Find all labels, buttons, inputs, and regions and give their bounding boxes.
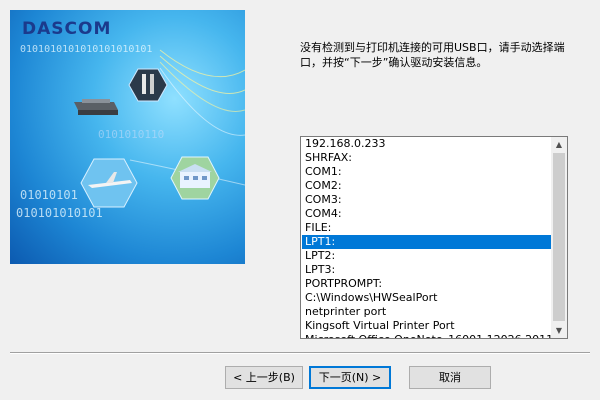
button-area-divider xyxy=(10,352,590,354)
back-button[interactable]: < 上一步(B) xyxy=(225,366,303,389)
scrollbar-thumb[interactable] xyxy=(553,153,565,321)
light-streaks-graphic xyxy=(129,49,245,186)
port-list-item[interactable]: FILE: xyxy=(302,221,553,235)
port-list-item[interactable]: COM1: xyxy=(302,165,553,179)
port-list-item[interactable]: Kingsoft Virtual Printer Port xyxy=(302,319,553,333)
printer-icon xyxy=(74,99,118,115)
port-list-item[interactable]: COM2: xyxy=(302,179,553,193)
port-list-item[interactable]: LPT2: xyxy=(302,249,553,263)
port-list-item[interactable]: COM4: xyxy=(302,207,553,221)
next-button[interactable]: 下一页(N) > xyxy=(309,366,391,389)
port-list-items: 192.168.0.233 SHRFAX: COM1: COM2: COM3: COM4:… xyxy=(302,137,553,338)
port-list-item[interactable]: Microsoft.Office.OneNote_16001.12026.201… xyxy=(302,333,553,338)
scroll-up-arrow-icon[interactable]: ▲ xyxy=(551,137,567,152)
dascom-banner-image: DASCOM 0101010101010101010101 0101010110… xyxy=(10,10,245,264)
port-list-item[interactable]: COM3: xyxy=(302,193,553,207)
port-list-item[interactable]: LPT3: xyxy=(302,263,553,277)
port-selection-instruction: 没有检测到与打印机连接的可用USB口，请手动选择端口，并按“下一步”确认驱动安装… xyxy=(300,41,565,69)
scroll-down-arrow-icon[interactable]: ▼ xyxy=(551,323,567,338)
port-list-item[interactable]: LPT1: xyxy=(302,235,553,249)
port-list-item[interactable]: netprinter port xyxy=(302,305,553,319)
port-list-item[interactable]: 192.168.0.233 xyxy=(302,137,553,151)
building-photo-icon xyxy=(170,156,220,200)
handshake-photo-icon xyxy=(128,68,168,102)
port-listbox[interactable]: 192.168.0.233 SHRFAX: COM1: COM2: COM3: COM4:… xyxy=(300,136,568,339)
port-list-item[interactable]: SHRFAX: xyxy=(302,151,553,165)
cancel-button[interactable]: 取消 xyxy=(409,366,491,389)
port-list-item[interactable]: C:\Windows\HWSealPort xyxy=(302,291,553,305)
port-list-item[interactable]: PORTPROMPT: xyxy=(302,277,553,291)
port-list-scrollbar[interactable]: ▲ ▼ xyxy=(551,137,567,338)
airplane-photo-icon xyxy=(80,158,138,208)
